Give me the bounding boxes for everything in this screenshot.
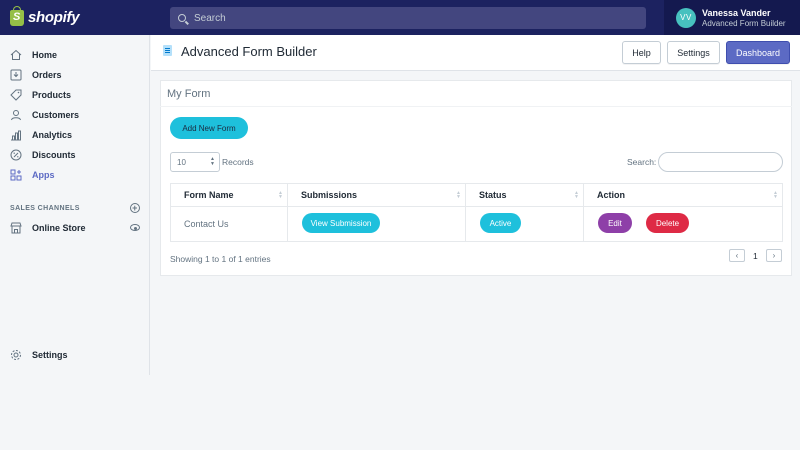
gear-icon [10, 349, 22, 361]
store-icon [10, 222, 22, 234]
eye-icon[interactable] [130, 224, 140, 231]
sidebar: Home Orders Products Customers Analytics… [0, 35, 150, 375]
sidebar-item-settings[interactable]: Settings [0, 346, 150, 364]
view-submission-button[interactable]: View Submission [302, 213, 380, 233]
records-value: 10 [177, 157, 186, 167]
sort-icon: ▲ ▼ [773, 190, 778, 200]
logo-text: shopify [28, 9, 80, 26]
global-search[interactable] [170, 7, 646, 29]
user-name: Vanessa Vander [702, 7, 771, 18]
form-name-cell: Contact Us [170, 206, 288, 242]
top-bar: shopify VV Vanessa Vander Advanced Form … [0, 0, 800, 35]
user-store-name: Advanced Form Builder [702, 18, 786, 28]
sidebar-item-label: Analytics [32, 130, 73, 140]
card-divider [160, 106, 792, 107]
page-title: Advanced Form Builder [181, 44, 317, 59]
pagination-prev-button[interactable]: ‹ [729, 249, 745, 262]
person-icon [10, 109, 22, 121]
sidebar-item-analytics[interactable]: Analytics [0, 126, 150, 144]
tag-icon [10, 89, 22, 101]
edit-button[interactable]: Edit [598, 213, 632, 233]
sidebar-item-label: Discounts [32, 150, 76, 160]
sales-channels-heading: SALES CHANNELS + [10, 203, 140, 213]
sort-icon: ▲ ▼ [456, 190, 461, 200]
records-per-page-select[interactable]: 10 ▲ ▼ [170, 152, 220, 172]
search-icon [178, 14, 186, 22]
dashboard-button[interactable]: Dashboard [726, 41, 790, 64]
select-arrows-icon: ▲ ▼ [210, 156, 215, 167]
app-document-icon [163, 45, 172, 56]
sort-icon: ▲ ▼ [574, 190, 579, 200]
home-icon [10, 49, 22, 61]
sidebar-item-discounts[interactable]: Discounts [0, 146, 150, 164]
column-header-status[interactable]: Status ▲ ▼ [465, 183, 584, 207]
shopify-bag-icon [10, 5, 24, 26]
help-button[interactable]: Help [622, 41, 661, 64]
add-channel-icon[interactable]: + [130, 203, 140, 213]
table-row: Contact Us [170, 206, 783, 242]
sidebar-item-orders[interactable]: Orders [0, 66, 150, 84]
sidebar-item-apps[interactable]: Apps [0, 166, 150, 184]
table-header-row: Form Name ▲ ▼ Submissions ▲ ▼ Status ▲ ▼ Ac… [170, 183, 783, 207]
avatar: VV [676, 7, 696, 28]
search-input[interactable] [194, 12, 634, 24]
bar-chart-icon [10, 129, 22, 141]
orders-icon [10, 69, 22, 81]
sidebar-item-customers[interactable]: Customers [0, 106, 150, 124]
shopify-logo[interactable]: shopify [0, 0, 152, 35]
add-new-form-button[interactable]: Add New Form [170, 117, 248, 139]
column-header-form-name[interactable]: Form Name ▲ ▼ [170, 183, 288, 207]
settings-button[interactable]: Settings [667, 41, 720, 64]
table-search-input[interactable] [658, 152, 783, 172]
sales-channels-label: SALES CHANNELS [10, 204, 80, 212]
forms-table: Form Name ▲ ▼ Submissions ▲ ▼ Status ▲ ▼ Ac… [170, 183, 783, 242]
delete-button[interactable]: Delete [646, 213, 689, 233]
sidebar-item-label: Products [32, 90, 72, 100]
form-card [160, 80, 792, 276]
sidebar-item-label: Online Store [32, 223, 86, 233]
column-header-submissions[interactable]: Submissions ▲ ▼ [287, 183, 466, 207]
sidebar-item-home[interactable]: Home [0, 46, 150, 64]
apps-icon [10, 169, 22, 181]
sidebar-item-online-store[interactable]: Online Store [0, 219, 150, 237]
sidebar-item-label: Customers [32, 110, 80, 120]
pagination-next-button[interactable]: › [766, 249, 782, 262]
sidebar-item-label: Apps [32, 170, 55, 180]
status-badge: Active [480, 213, 521, 233]
sidebar-item-label: Settings [32, 350, 68, 360]
user-menu[interactable]: VV Vanessa Vander Advanced Form Builder [664, 0, 800, 35]
sidebar-item-label: Home [32, 50, 58, 60]
records-label: Records [222, 157, 254, 167]
pagination-current-page[interactable]: 1 [753, 251, 758, 261]
sidebar-item-products[interactable]: Products [0, 86, 150, 104]
page-footer-area [0, 375, 800, 450]
showing-entries-text: Showing 1 to 1 of 1 entries [170, 254, 271, 264]
column-header-action[interactable]: Action ▲ ▼ [583, 183, 783, 207]
sidebar-item-label: Orders [32, 70, 62, 80]
discount-icon [10, 149, 22, 161]
card-title: My Form [167, 88, 211, 100]
sort-icon: ▲ ▼ [278, 190, 283, 200]
search-label: Search: [627, 157, 657, 167]
